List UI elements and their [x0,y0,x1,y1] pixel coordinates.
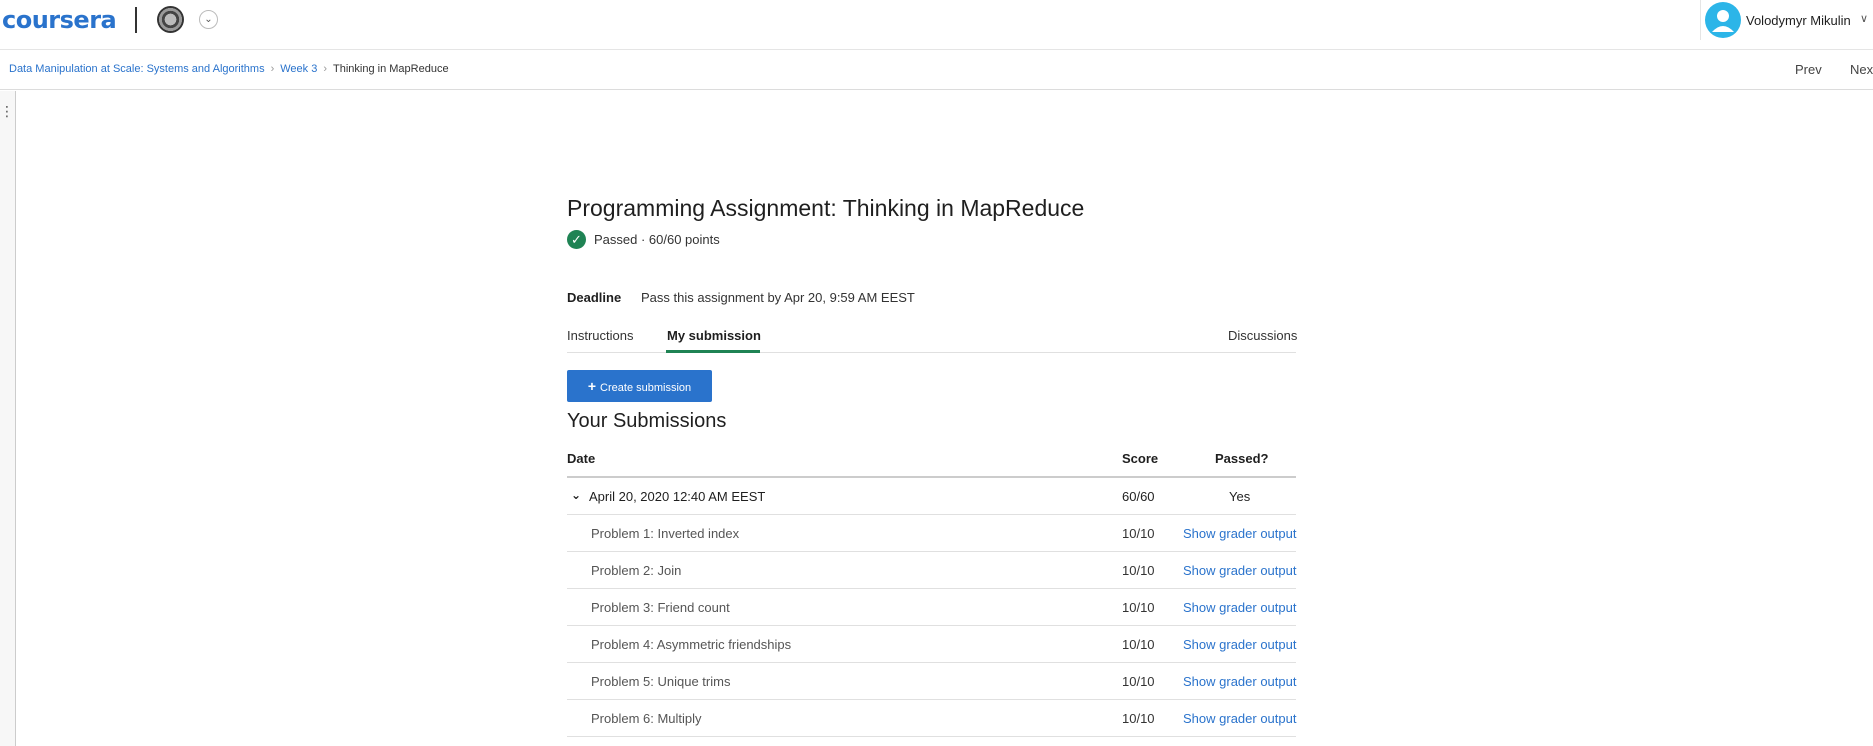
problem-score: 10/10 [1122,563,1155,578]
problem-score: 10/10 [1122,526,1155,541]
column-header-score: Score [1122,451,1159,466]
top-header: coursera ⌄ Volodymyr Mikulin ∨ [0,0,1873,50]
create-submission-label: Create submission [600,382,692,394]
problem-score: 10/10 [1122,600,1155,615]
breadcrumb-separator-icon: › [270,63,275,75]
prev-button[interactable]: Prev [1795,62,1822,77]
chevron-down-icon[interactable]: ⌄ [199,10,218,29]
user-menu-chevron-icon[interactable]: ∨ [1860,12,1868,25]
checkmark-icon: ✓ [567,230,586,249]
deadline-value: Pass this assignment by Apr 20, 9:59 AM … [641,290,915,305]
user-avatar-icon[interactable] [1705,2,1741,38]
plus-icon: + [587,378,597,394]
problem-score: 10/10 [1122,711,1155,726]
header-separator [1700,0,1701,40]
problem-name: Problem 4: Asymmetric friendships [591,637,792,652]
problem-score: 10/10 [1122,674,1155,689]
breadcrumb-week-link[interactable]: Week 3 [280,63,317,75]
user-name[interactable]: Volodymyr Mikulin [1746,13,1851,28]
show-grader-output-link[interactable]: Show grader output [1183,600,1296,615]
problem-name: Problem 6: Multiply [591,711,702,726]
show-grader-output-link[interactable]: Show grader output [1183,563,1296,578]
breadcrumb-course-link[interactable]: Data Manipulation at Scale: Systems and … [9,63,265,75]
create-submission-button[interactable]: + Create submission [567,370,712,402]
breadcrumb-separator-icon: › [323,63,328,75]
breadcrumb: Data Manipulation at Scale: Systems and … [9,63,449,75]
submission-score: 60/60 [1122,489,1155,504]
show-grader-output-link[interactable]: Show grader output [1183,674,1296,689]
assignment-tabs: Instructions My submission Discussions [567,320,1297,353]
coursera-logo[interactable]: coursera [2,6,117,34]
side-panel-strip [0,91,16,746]
problem-row: Problem 5: Unique trims 10/10 Show grade… [567,663,1296,700]
problem-score: 10/10 [1122,637,1155,652]
problem-row: Problem 4: Asymmetric friendships 10/10 … [567,626,1296,663]
status-text: Passed · 60/60 points [594,232,720,247]
chevron-down-icon[interactable]: ⌄ [571,488,581,502]
problem-name: Problem 2: Join [591,563,682,578]
problem-name: Problem 5: Unique trims [591,674,731,689]
column-header-date: Date [567,451,596,466]
university-seal-icon[interactable] [157,6,184,33]
tab-discussions[interactable]: Discussions [1228,328,1297,343]
problem-row: Problem 6: Multiply 10/10 Show grader ou… [567,700,1296,737]
menu-toggle-icon[interactable]: ⋮ [0,104,14,118]
submission-date: April 20, 2020 12:40 AM EEST [589,489,766,504]
active-tab-indicator [666,350,760,353]
deadline-label: Deadline [567,290,622,305]
problem-name: Problem 3: Friend count [591,600,730,615]
problem-row: Problem 3: Friend count 10/10 Show grade… [567,589,1296,626]
problem-row: Problem 1: Inverted index 10/10 Show gra… [567,515,1296,552]
problem-row: Problem 2: Join 10/10 Show grader output [567,552,1296,589]
tab-my-submission[interactable]: My submission [667,328,761,343]
submission-passed: Yes [1229,489,1251,504]
next-button[interactable]: Next [1850,62,1873,77]
page-title: Programming Assignment: Thinking in MapR… [567,195,1085,221]
breadcrumb-current: Thinking in MapReduce [333,63,449,75]
problem-name: Problem 1: Inverted index [591,526,740,541]
submission-row[interactable]: ⌄ April 20, 2020 12:40 AM EEST 60/60 Yes [567,478,1296,515]
show-grader-output-link[interactable]: Show grader output [1183,526,1296,541]
show-grader-output-link[interactable]: Show grader output [1183,637,1296,652]
column-header-passed: Passed? [1215,451,1269,466]
submissions-heading: Your Submissions [567,410,727,432]
show-grader-output-link[interactable]: Show grader output [1183,711,1296,726]
logo-divider [135,7,137,33]
tab-instructions[interactable]: Instructions [567,328,633,343]
